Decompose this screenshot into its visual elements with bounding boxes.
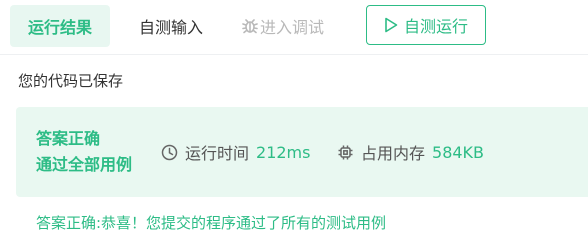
tab-custom-input-label: 自测输入 [139, 18, 204, 37]
verdict-subtitle: 通过全部用例 [36, 155, 133, 174]
run-time-label: 运行时间 [185, 144, 250, 163]
verdict-title: 答案正确 [36, 129, 101, 148]
result-card: 答案正确 通过全部用例 运行时间 212ms 占用内存 584KB [16, 107, 588, 197]
tab-enter-debug-label: 进入调试 [260, 18, 325, 37]
chip-icon [338, 145, 353, 159]
custom-run-label: 自测运行 [403, 17, 468, 36]
bug-icon [242, 19, 258, 34]
custom-run-button[interactable]: 自测运行 [366, 5, 486, 45]
run-time-stat: 运行时间 212ms [161, 141, 310, 163]
tab-custom-input[interactable]: 自测输入 [139, 5, 203, 47]
tab-enter-debug: 进入调试 [241, 5, 324, 47]
run-time-value: 212ms [256, 142, 311, 162]
memory-label: 占用内存 [361, 144, 426, 163]
tab-run-result[interactable]: 运行结果 [10, 5, 110, 47]
code-saved-status: 您的代码已保存 [18, 72, 124, 90]
result-toolbar: 运行结果 自测输入 进入调试 自测运行 [0, 0, 588, 55]
success-message: 答案正确:恭喜！您提交的程序通过了所有的测试用例 [36, 214, 387, 232]
verdict: 答案正确 通过全部用例 [36, 126, 132, 178]
memory-value: 584KB [432, 142, 485, 162]
clock-icon [161, 144, 178, 160]
memory-stat: 占用内存 584KB [337, 141, 484, 163]
play-icon [385, 17, 398, 33]
